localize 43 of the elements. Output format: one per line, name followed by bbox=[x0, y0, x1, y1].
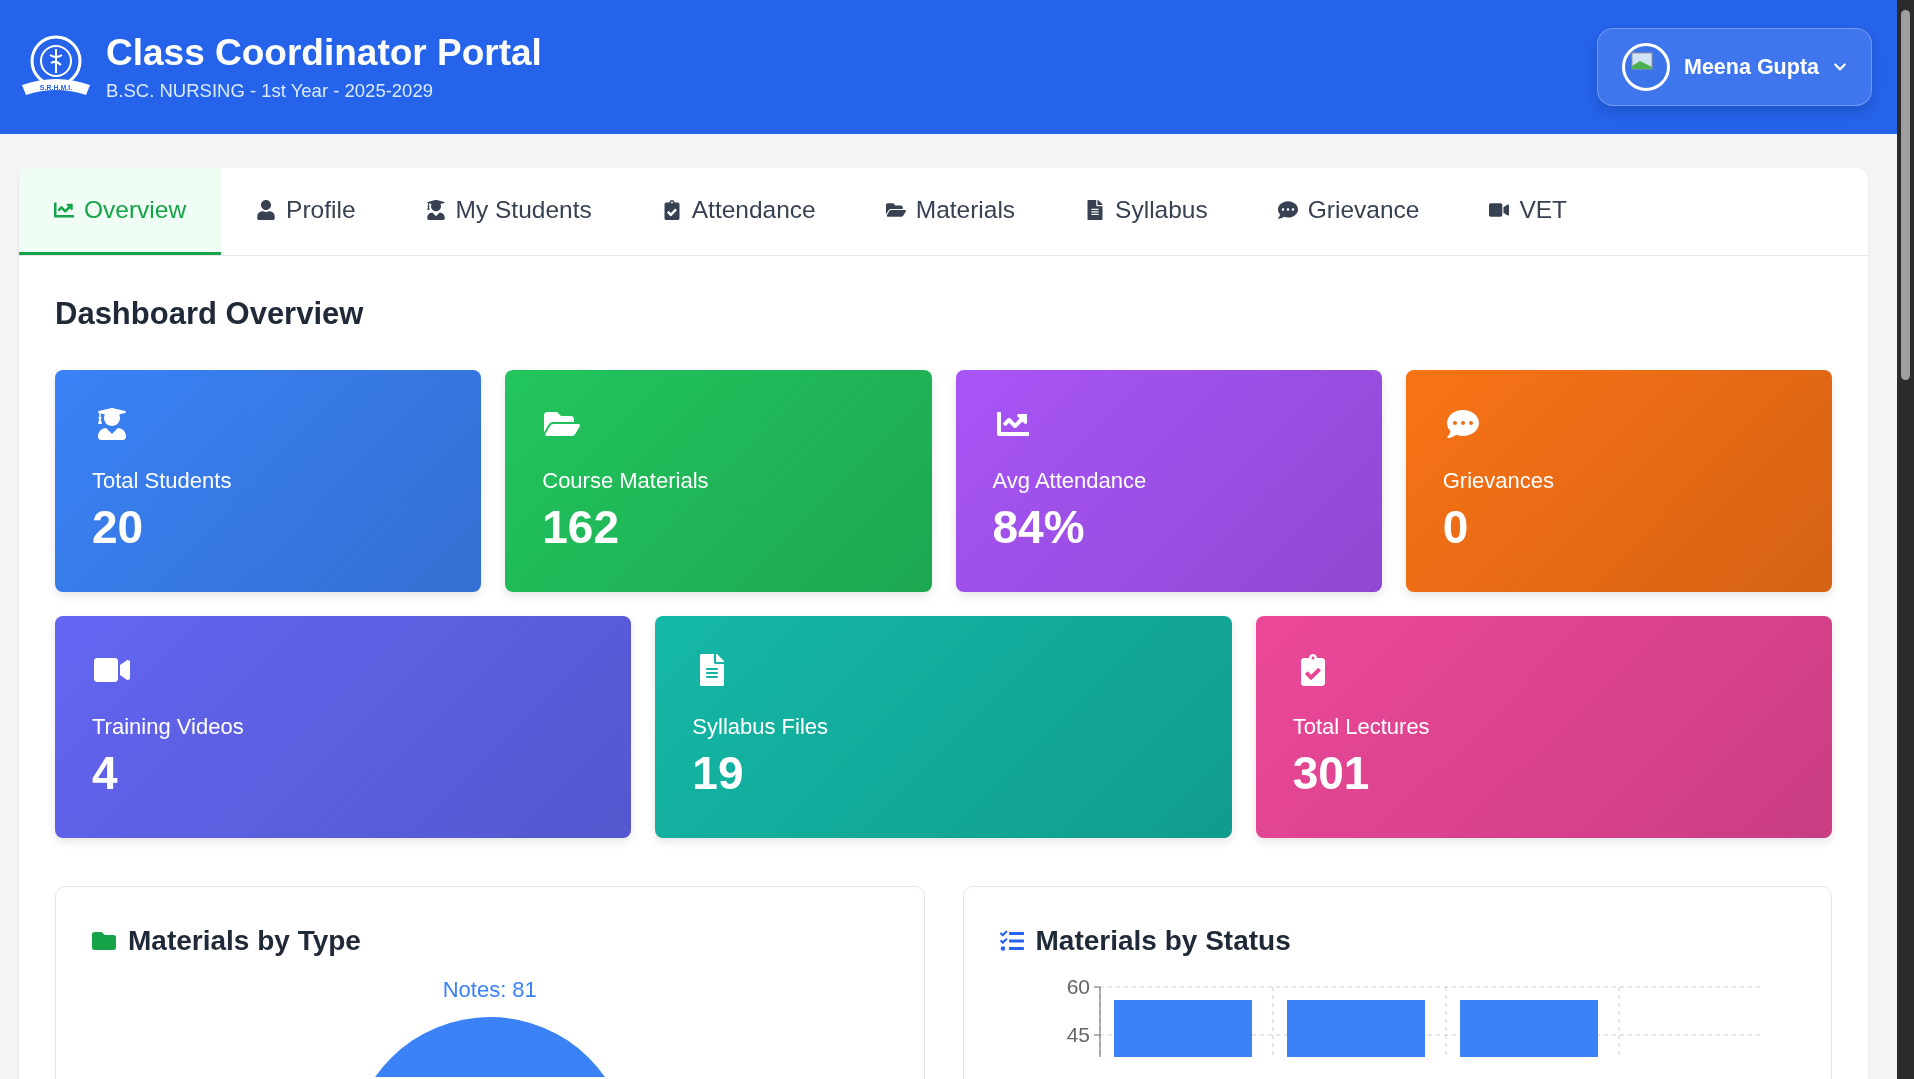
graduate-icon bbox=[425, 200, 446, 220]
user-menu-button[interactable]: Meena Gupta bbox=[1597, 28, 1872, 106]
nav-tab[interactable]: Profile bbox=[221, 168, 391, 255]
folder-icon bbox=[885, 200, 906, 220]
slice-label: Notes: 81 bbox=[442, 977, 537, 1003]
chart-title: Materials by Status bbox=[1035, 925, 1291, 957]
nav-tab[interactable]: Materials bbox=[850, 168, 1051, 255]
stat-label: Total Students bbox=[92, 468, 233, 494]
axis-tick-label: 45 bbox=[1066, 1023, 1090, 1046]
stat-label: Syllabus Files bbox=[692, 714, 830, 740]
scrollbar-thumb[interactable] bbox=[1901, 10, 1910, 380]
nav-tab[interactable]: Attendance bbox=[626, 168, 851, 255]
stat-label: Training Videos bbox=[92, 714, 245, 740]
nav-tab[interactable]: Grievance bbox=[1242, 168, 1455, 255]
scrollbar[interactable] bbox=[1897, 0, 1914, 1079]
stat-label: Grievances bbox=[1442, 468, 1556, 494]
stat-value: 20 bbox=[92, 500, 145, 554]
document-icon bbox=[1085, 200, 1106, 220]
stat-value: 162 bbox=[542, 500, 620, 554]
stat-label: Avg Attendance bbox=[992, 468, 1148, 494]
stat-value: 0 bbox=[1442, 500, 1470, 554]
nav-tab[interactable]: My Students bbox=[390, 168, 627, 255]
section-heading: Dashboard Overview bbox=[55, 296, 365, 332]
chart-title: Materials by Type bbox=[128, 925, 361, 957]
folder-icon bbox=[92, 929, 116, 953]
video-camera-icon bbox=[1489, 200, 1510, 220]
avatar-icon bbox=[1622, 43, 1670, 91]
stat-label: Total Lectures bbox=[1292, 714, 1431, 740]
stat-label: Course Materials bbox=[542, 468, 710, 494]
portal-subtitle: B.SC. NURSING - 1st Year - 2025-2029 bbox=[106, 80, 434, 102]
user-icon bbox=[256, 200, 277, 220]
axis-tick-label: 60 bbox=[1066, 975, 1090, 998]
stat-value: 4 bbox=[92, 746, 119, 800]
stat-value: 84% bbox=[992, 500, 1086, 554]
chat-icon bbox=[1277, 200, 1298, 220]
y-axis bbox=[1093, 986, 1100, 1057]
stat-value: 301 bbox=[1292, 746, 1371, 800]
nav-tab[interactable]: Syllabus bbox=[1050, 168, 1243, 255]
stat-value: 19 bbox=[692, 746, 745, 800]
portal-title: Class Coordinator Portal bbox=[106, 32, 542, 74]
checklist-icon bbox=[999, 929, 1024, 953]
nav-tab[interactable]: VET bbox=[1454, 168, 1603, 255]
chart-line-icon bbox=[54, 200, 74, 220]
